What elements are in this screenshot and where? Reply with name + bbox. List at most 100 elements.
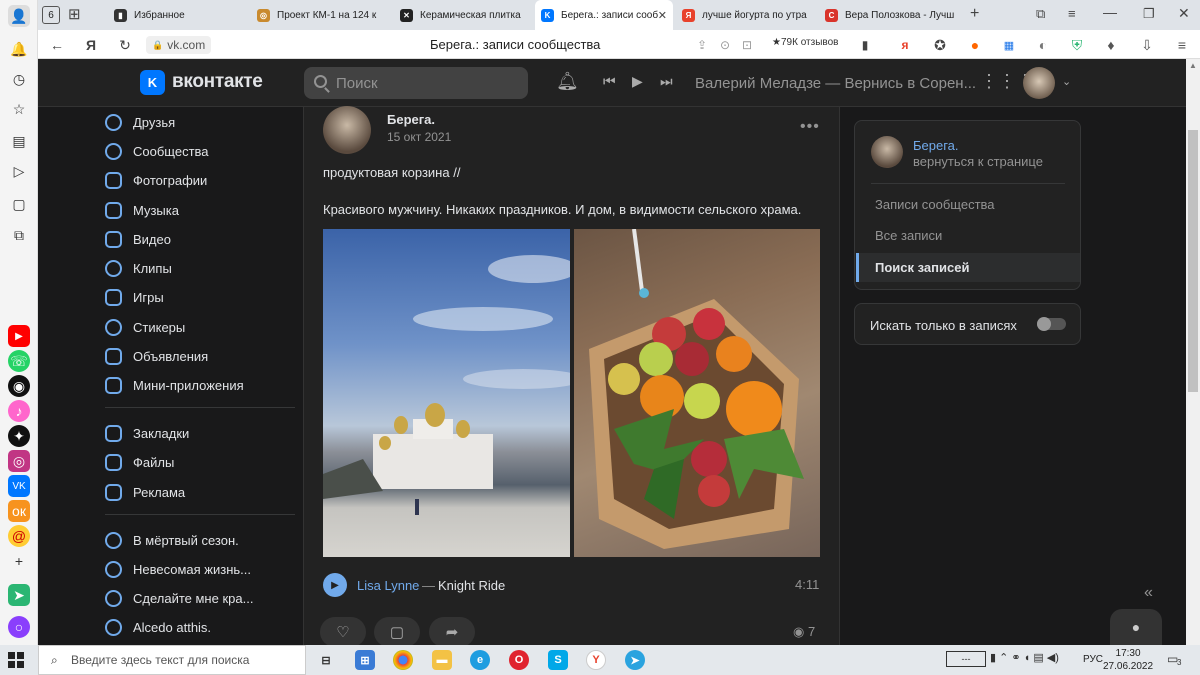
- nav-mini-apps[interactable]: Мини-приложения: [105, 371, 244, 399]
- calendar-icon[interactable]: ▦: [1000, 36, 1018, 54]
- back-icon[interactable]: ←: [48, 36, 66, 54]
- vk-wordmark[interactable]: вконтакте: [172, 71, 263, 93]
- maximize-icon[interactable]: ❐: [1143, 6, 1155, 22]
- keyboard-icon[interactable]: ---: [946, 651, 986, 667]
- nav-ads[interactable]: Объявления: [105, 342, 208, 370]
- history-icon[interactable]: ◷: [8, 68, 30, 90]
- nav-files[interactable]: Файлы: [105, 448, 174, 476]
- next-track-icon[interactable]: ⏭︎: [660, 73, 673, 90]
- close-window-icon[interactable]: ✕: [1178, 5, 1190, 22]
- menu-all-posts[interactable]: Все записи: [856, 221, 1080, 250]
- search-input[interactable]: Поиск: [304, 67, 528, 99]
- chat-button[interactable]: ●: [1110, 609, 1162, 645]
- audio-title[interactable]: Knight Ride: [438, 578, 505, 593]
- post-photo-fruit-box[interactable]: [574, 229, 820, 557]
- audio-artist[interactable]: Lisa Lynne: [357, 578, 419, 593]
- odnoklassniki-icon[interactable]: ок: [8, 500, 30, 522]
- extension-moon-icon[interactable]: ◐: [1034, 36, 1052, 54]
- instagram-icon[interactable]: ◎: [8, 450, 30, 472]
- task-view-icon[interactable]: ⊟: [316, 650, 336, 670]
- tab-counter[interactable]: 6: [42, 6, 60, 24]
- add-tab-icon[interactable]: +: [970, 5, 979, 23]
- tab-yogurt[interactable]: Ялучше йогурта по утра: [676, 0, 814, 30]
- yandex-ext-icon[interactable]: я: [896, 36, 914, 54]
- tab-project[interactable]: ◎ Проект КМ-1 на 124 к: [251, 0, 389, 30]
- now-playing-text[interactable]: Валерий Меладзе — Вернись в Сорен...: [695, 75, 976, 92]
- more-options-icon[interactable]: •••: [800, 118, 820, 136]
- url-field[interactable]: 🔒 vk.com: [146, 36, 212, 54]
- collections-icon[interactable]: ⧉: [1036, 6, 1045, 22]
- tray-icons[interactable]: ▮ ⌃ ⚭ ◖ ▤ ◀): [990, 651, 1059, 664]
- star-icon[interactable]: ☆: [8, 98, 30, 120]
- tiktok-icon[interactable]: ♪: [8, 400, 30, 422]
- whatsapp-icon[interactable]: ☏: [8, 350, 30, 372]
- nav-stickers[interactable]: Стикеры: [105, 313, 185, 341]
- tab-vk-active[interactable]: K Берега.: записи сооб ✕: [535, 0, 673, 30]
- tab-tiles[interactable]: ✕ Керамическая плитка: [394, 0, 532, 30]
- language-indicator[interactable]: РУС: [1083, 654, 1103, 665]
- bell-icon[interactable]: 🔔: [8, 38, 30, 60]
- share-icon[interactable]: ⇪: [693, 36, 711, 54]
- chevron-down-icon[interactable]: ⌄: [1062, 75, 1071, 88]
- minimize-icon[interactable]: —: [1103, 4, 1117, 20]
- post-date[interactable]: 15 окт 2021: [387, 130, 451, 144]
- comment-button[interactable]: ▢: [374, 617, 420, 647]
- screenshot-icon[interactable]: ⧉: [8, 224, 30, 246]
- chrome-icon[interactable]: [393, 650, 413, 670]
- translate-icon[interactable]: ⊙: [716, 36, 734, 54]
- video-icon[interactable]: ▷: [8, 160, 30, 182]
- yandex-icon[interactable]: Я: [82, 36, 100, 54]
- nav-friends[interactable]: Друзья: [105, 108, 175, 136]
- close-tab-icon[interactable]: ✕: [658, 9, 667, 22]
- nav-groups[interactable]: Сообщества: [105, 137, 209, 165]
- nav-music[interactable]: Музыка: [105, 196, 179, 224]
- tab-favorites[interactable]: ▮ Избранное: [108, 0, 246, 30]
- yandex-browser-icon[interactable]: Y: [586, 650, 606, 670]
- tab-polozkova[interactable]: C Вера Полозкова - Лучш: [819, 0, 957, 30]
- add-icon[interactable]: +: [8, 550, 30, 572]
- reload-icon[interactable]: ↻: [116, 36, 134, 54]
- taskbar-clock[interactable]: 17:30 27.06.2022: [1103, 647, 1153, 673]
- new-tab-icon[interactable]: ⊞: [68, 5, 81, 23]
- nav-bookmarks[interactable]: Закладки: [105, 419, 189, 447]
- nav-video[interactable]: Видео: [105, 225, 171, 253]
- share-button[interactable]: ➦: [429, 617, 475, 647]
- menu-icon[interactable]: ≡: [1173, 36, 1191, 54]
- nav-games[interactable]: Игры: [105, 283, 164, 311]
- telegram-icon[interactable]: ➤: [625, 650, 645, 670]
- opera-icon[interactable]: O: [509, 650, 529, 670]
- extension-bulb-icon[interactable]: ♦: [1102, 36, 1120, 54]
- alice-icon[interactable]: ○: [8, 616, 30, 638]
- extension-ok-icon[interactable]: ●: [966, 36, 984, 54]
- user-avatar[interactable]: [1023, 67, 1055, 99]
- edge-icon[interactable]: e: [470, 650, 490, 670]
- skype-icon[interactable]: S: [548, 650, 568, 670]
- zen-icon[interactable]: ✦: [8, 425, 30, 447]
- profile-avatar[interactable]: 👤: [8, 5, 30, 27]
- community-name[interactable]: Берега.: [913, 138, 959, 153]
- extension-wheel-icon[interactable]: ✪: [931, 36, 949, 54]
- scroll-up-icon[interactable]: ▲: [1189, 61, 1197, 70]
- collapse-icon[interactable]: «: [1144, 584, 1153, 602]
- download-icon[interactable]: ⇩: [1138, 36, 1156, 54]
- nav-group-item[interactable]: Alcedo atthis.: [105, 613, 211, 641]
- post-photo-church[interactable]: [323, 229, 570, 557]
- like-button[interactable]: ♡: [320, 617, 366, 647]
- reader-icon[interactable]: ⊡: [738, 36, 756, 54]
- scrollbar-thumb[interactable]: [1188, 130, 1198, 392]
- audio-play-button[interactable]: ▶: [323, 573, 347, 597]
- taskbar-search-input[interactable]: ⌕ Введите здесь текст для поиска: [38, 645, 306, 675]
- music-app-icon[interactable]: ◉: [8, 375, 30, 397]
- nav-group-item[interactable]: Сделайте мне кра...: [105, 584, 253, 612]
- explorer-icon[interactable]: ▬: [432, 650, 452, 670]
- menu-search-posts[interactable]: Поиск записей: [856, 253, 1080, 282]
- play-icon[interactable]: ▶: [632, 73, 643, 90]
- menu-community-posts[interactable]: Записи сообщества: [856, 190, 1080, 219]
- collections-icon[interactable]: ▤: [8, 130, 30, 152]
- vk-logo-icon[interactable]: K: [140, 70, 165, 95]
- nav-group-item[interactable]: В мёртвый сезон.: [105, 526, 239, 554]
- nav-advert[interactable]: Реклама: [105, 478, 185, 506]
- menu-icon[interactable]: ≡: [1068, 6, 1076, 21]
- youtube-icon[interactable]: ▶: [8, 325, 30, 347]
- nav-photos[interactable]: Фотографии: [105, 166, 207, 194]
